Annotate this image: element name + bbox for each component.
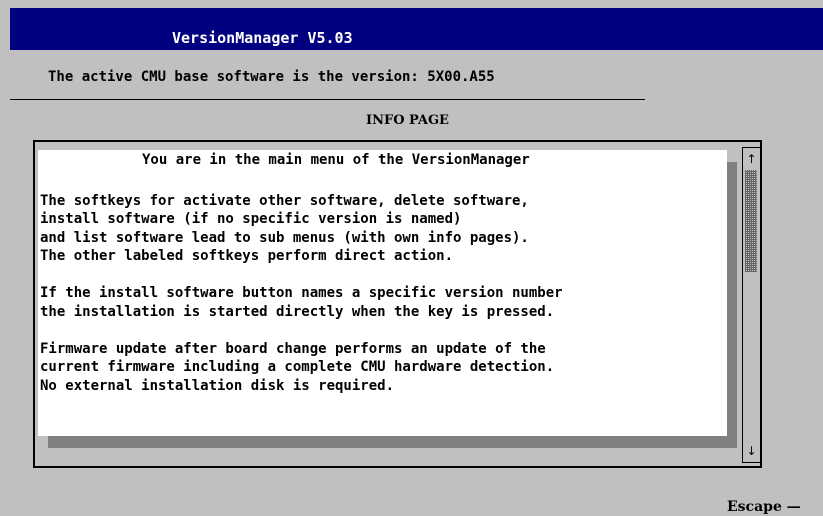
info-line: current firmware including a complete CM…: [40, 359, 555, 375]
window-title: VersionManager V5.03: [172, 29, 353, 47]
title-bar: [10, 8, 823, 50]
info-line: If the install software button names a s…: [40, 285, 563, 301]
info-line-blank: [40, 173, 727, 192]
escape-softkey-label[interactable]: Escape —: [727, 499, 801, 516]
info-line: No external installation disk is require…: [40, 377, 395, 394]
info-line-blank: [40, 321, 727, 340]
info-line: and list software lead to sub menus (wit…: [40, 229, 529, 246]
info-line: The other labeled softkeys perform direc…: [40, 248, 454, 264]
info-scrollbar[interactable]: ↑ ↓: [742, 147, 761, 463]
info-text-panel: You are in the main menu of the VersionM…: [38, 150, 727, 436]
info-line: Firmware update after board change perfo…: [40, 340, 546, 357]
scroll-down-arrow-icon[interactable]: ↓: [743, 444, 760, 458]
divider-line: [10, 99, 645, 100]
info-line: install software (if no specific version…: [40, 211, 462, 227]
info-line: The softkeys for activate other software…: [40, 192, 529, 209]
scrollbar-thumb[interactable]: [745, 170, 757, 272]
info-line-blank: [40, 266, 727, 285]
info-line-title: You are in the main menu of the VersionM…: [142, 152, 530, 168]
scroll-up-arrow-icon[interactable]: ↑: [743, 152, 760, 166]
info-line: the installation is started directly whe…: [40, 303, 555, 320]
info-page-heading: INFO PAGE: [366, 113, 449, 128]
active-version-text: The active CMU base software is the vers…: [48, 69, 495, 85]
